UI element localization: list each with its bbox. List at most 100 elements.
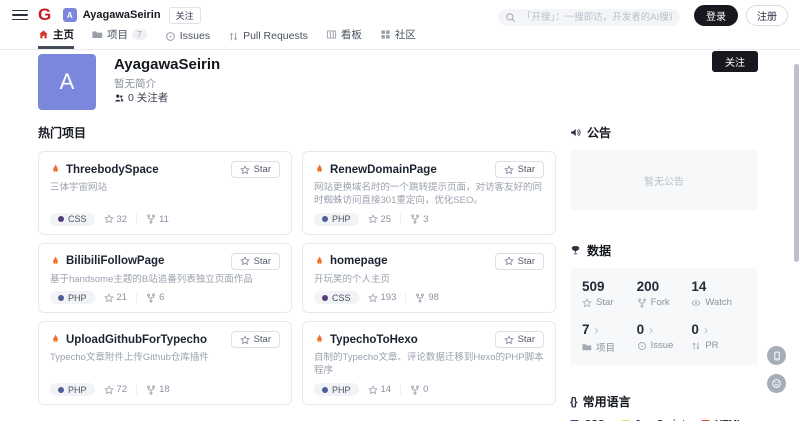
language-dot <box>322 216 328 222</box>
tab-pull-requests[interactable]: Pull Requests <box>228 30 308 49</box>
flame-icon <box>50 255 61 268</box>
star-button[interactable]: Star <box>495 161 544 178</box>
project-meta: PHP 25 <box>314 213 544 226</box>
star-icon <box>104 385 114 395</box>
search-input[interactable] <box>498 9 680 26</box>
star-button-label: Star <box>518 256 535 267</box>
star-icon <box>240 335 250 345</box>
flame-icon <box>314 163 325 176</box>
tab-issues[interactable]: Issues <box>165 30 210 49</box>
star-icon <box>240 165 250 175</box>
language-name: PHP <box>332 385 351 395</box>
navbar-username[interactable]: AyagawaSeirin <box>83 9 161 21</box>
folder-icon <box>92 29 103 40</box>
star-button-label: Star <box>518 164 535 175</box>
project-name[interactable]: ThreebodySpace <box>66 164 159 176</box>
divider <box>136 293 137 303</box>
tab-home[interactable]: 主页 <box>38 27 74 49</box>
tab-board[interactable]: 看板 <box>326 27 362 49</box>
avatar: A <box>63 8 77 22</box>
star-icon <box>368 214 378 224</box>
hamburger-menu-icon[interactable] <box>12 7 28 23</box>
main-content: 热门项目 ThreebodySpace <box>38 124 758 421</box>
gitee-profile-page: G A AyagawaSeirin 关注 登录 注册 主页 项目 7 <box>0 0 800 421</box>
project-meta: CSS 193 <box>314 291 544 304</box>
stat-watch: 14 Watch <box>691 279 746 308</box>
tab-label: Issues <box>180 30 210 42</box>
flame-icon <box>50 333 61 346</box>
star-icon <box>504 256 514 266</box>
language-dot <box>322 387 328 393</box>
profile-bio: 暂无简介 <box>114 76 156 91</box>
star-button[interactable]: Star <box>231 161 280 178</box>
language-dot <box>58 216 64 222</box>
home-icon <box>38 29 49 40</box>
project-name[interactable]: TypechoToHexo <box>330 334 418 346</box>
popular-projects-title: 热门项目 <box>38 124 556 141</box>
project-card[interactable]: BilibiliFollowPage Star 基于handsome主题的B站追… <box>38 243 292 314</box>
float-app-button[interactable] <box>767 346 786 365</box>
stat-projects[interactable]: 7 项目 <box>582 322 637 354</box>
fork-icon <box>410 214 420 224</box>
profile-avatar: A <box>38 54 96 110</box>
profile-name: AyagawaSeirin <box>114 56 220 73</box>
star-button-label: Star <box>254 334 271 345</box>
star-button[interactable]: Star <box>495 253 544 270</box>
gitee-logo[interactable]: G <box>38 5 51 25</box>
tab-label: Pull Requests <box>243 30 308 42</box>
fork-icon <box>146 385 156 395</box>
chevron-right-icon[interactable] <box>704 324 708 336</box>
project-name[interactable]: RenewDomainPage <box>330 164 437 176</box>
project-meta: PHP 72 <box>50 383 280 396</box>
project-description: 三体宇宙网站 <box>50 182 280 208</box>
tab-community[interactable]: 社区 <box>380 27 416 49</box>
scrollbar-thumb[interactable] <box>794 64 799 262</box>
fork-icon <box>146 214 156 224</box>
star-button[interactable]: Star <box>231 331 280 348</box>
stat-issues[interactable]: 0 Issue <box>637 322 692 354</box>
fork-count: 3 <box>410 214 428 225</box>
star-button-label: Star <box>254 164 271 175</box>
float-feedback-button[interactable] <box>767 374 786 393</box>
chevron-right-icon[interactable] <box>595 324 599 336</box>
follow-button[interactable]: 关注 <box>712 51 758 72</box>
fork-count: 6 <box>146 292 164 303</box>
star-count: 14 <box>368 384 392 395</box>
profile-header: A AyagawaSeirin 暂无简介 0 关注者 关注 <box>0 50 800 122</box>
tab-label: 项目 <box>107 27 128 42</box>
project-card[interactable]: RenewDomainPage Star 网站更换域名时的一个跳转提示页面，对访… <box>302 151 556 235</box>
star-button[interactable]: Star <box>231 253 280 270</box>
megaphone-icon <box>570 127 581 138</box>
pull-request-icon <box>228 31 239 42</box>
flame-icon <box>314 333 325 346</box>
stat-prs[interactable]: 0 PR <box>691 322 746 354</box>
fork-count: 98 <box>415 292 439 303</box>
top-navbar: G A AyagawaSeirin 关注 登录 注册 <box>0 0 800 30</box>
star-count: 193 <box>368 292 397 303</box>
language-pill: PHP <box>50 383 95 396</box>
tab-projects[interactable]: 项目 7 <box>92 27 147 49</box>
star-count: 21 <box>104 292 128 303</box>
project-card[interactable]: TypechoToHexo Star 自制的Typecho文章、评论数据迁移到H… <box>302 321 556 405</box>
language-pill: CSS <box>50 213 95 226</box>
chevron-right-icon[interactable] <box>649 324 653 336</box>
flame-icon <box>314 255 325 268</box>
star-button[interactable]: Star <box>495 331 544 348</box>
register-button[interactable]: 注册 <box>746 5 788 26</box>
followers-row[interactable]: 0 关注者 <box>114 90 168 105</box>
fork-count: 11 <box>146 214 169 225</box>
project-card[interactable]: homepage Star 开玩笑的个人主页 <box>302 243 556 314</box>
project-name[interactable]: BilibiliFollowPage <box>66 255 164 267</box>
login-button[interactable]: 登录 <box>694 5 738 26</box>
projects-count-badge: 7 <box>132 29 147 40</box>
stats-title: 数据 <box>570 242 758 259</box>
project-card[interactable]: ThreebodySpace Star 三体宇宙网站 <box>38 151 292 235</box>
pull-request-icon <box>691 341 701 351</box>
search-icon <box>505 10 516 28</box>
project-card[interactable]: UploadGithubForTypecho Star Typecho文章附件上… <box>38 321 292 405</box>
project-name[interactable]: UploadGithubForTypecho <box>66 334 207 346</box>
project-name[interactable]: homepage <box>330 255 388 267</box>
navbar-follow-button[interactable]: 关注 <box>169 7 201 24</box>
star-count: 72 <box>104 384 128 395</box>
project-description: 基于handsome主题的B站追番列表独立页面作品 <box>50 274 280 287</box>
